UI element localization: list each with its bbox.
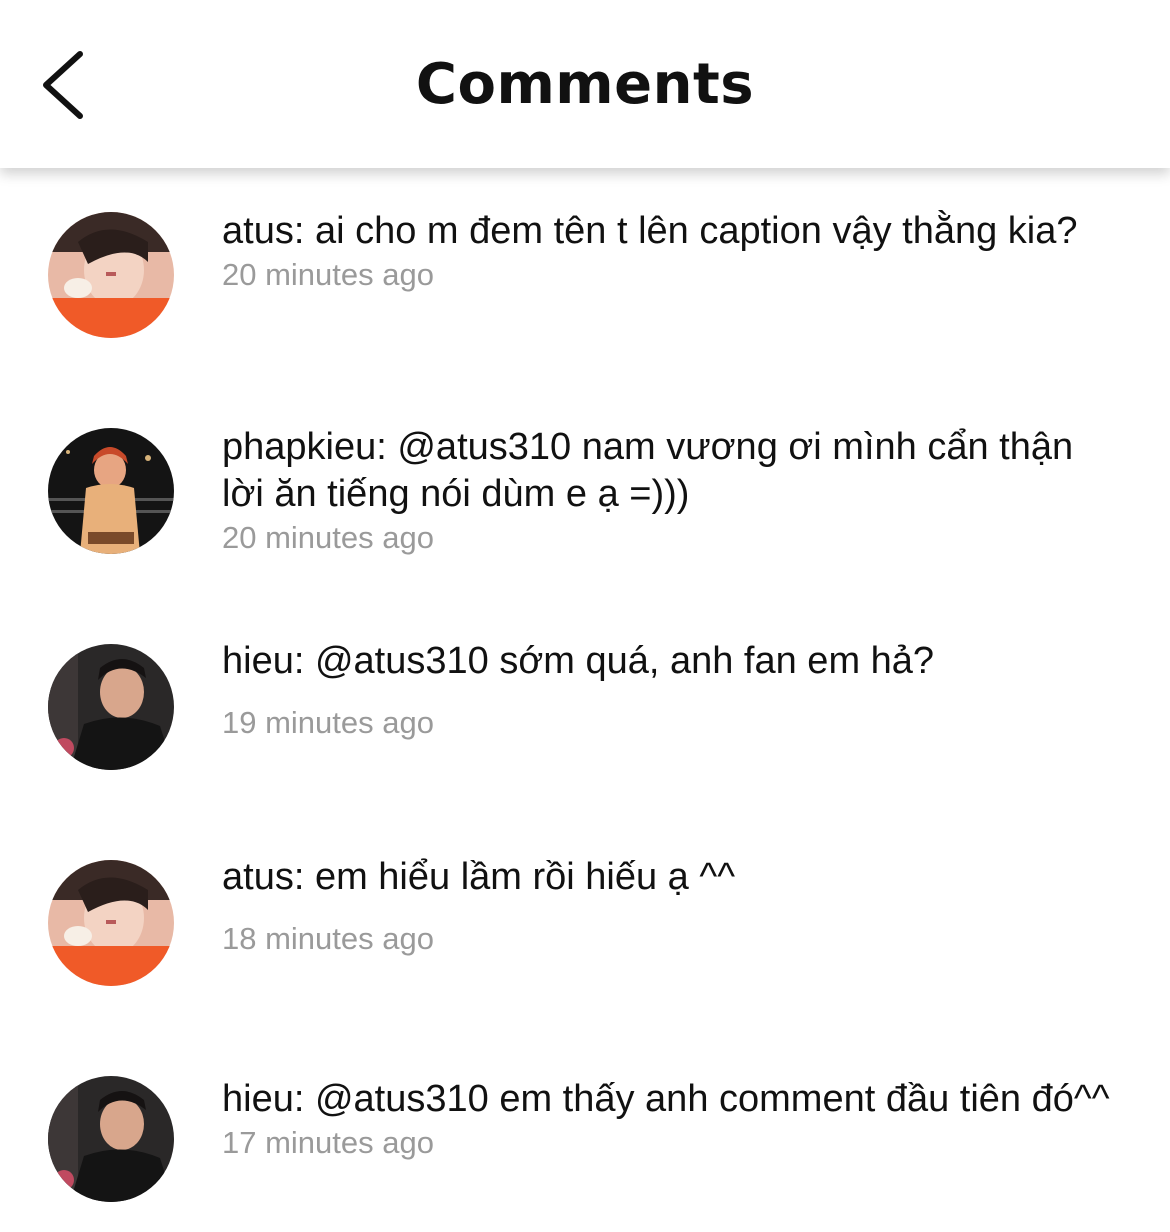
user-avatar-image xyxy=(48,644,174,770)
user-avatar-image xyxy=(48,860,174,986)
page-title: Comments xyxy=(415,52,755,117)
user-avatar-image xyxy=(48,428,174,554)
avatar-hieu[interactable] xyxy=(48,1076,174,1202)
comment-text: hieu: @atus310 sớm quá, anh fan em hả? xyxy=(222,640,935,682)
avatar-atus[interactable] xyxy=(48,860,174,986)
avatar-phapkieu[interactable] xyxy=(48,428,174,554)
comment-text: atus: ai cho m đem tên t lên caption vậy… xyxy=(222,210,1078,252)
comment-timestamp: 20 minutes ago xyxy=(222,257,434,292)
comment-text: atus: em hiểu lầm rồi hiếu ạ ^^ xyxy=(222,856,736,898)
avatar-atus[interactable] xyxy=(48,212,174,338)
top-bar: Comments xyxy=(0,0,1170,168)
avatar-hieu[interactable] xyxy=(48,644,174,770)
comment-text: hieu: @atus310 em thấy anh comment đầu t… xyxy=(222,1078,1110,1120)
comment-timestamp: 17 minutes ago xyxy=(222,1125,434,1160)
comment-timestamp: 20 minutes ago xyxy=(222,520,434,555)
comment-text: phapkieu: @atus310 nam vương ơi mình cẩn… xyxy=(222,426,1074,515)
comment-timestamp: 18 minutes ago xyxy=(222,921,434,956)
user-avatar-image xyxy=(48,212,174,338)
comments-list[interactable]: atus: ai cho m đem tên t lên caption vậy… xyxy=(0,168,1170,1232)
user-avatar-image xyxy=(48,1076,174,1202)
comment-timestamp: 19 minutes ago xyxy=(222,705,434,740)
